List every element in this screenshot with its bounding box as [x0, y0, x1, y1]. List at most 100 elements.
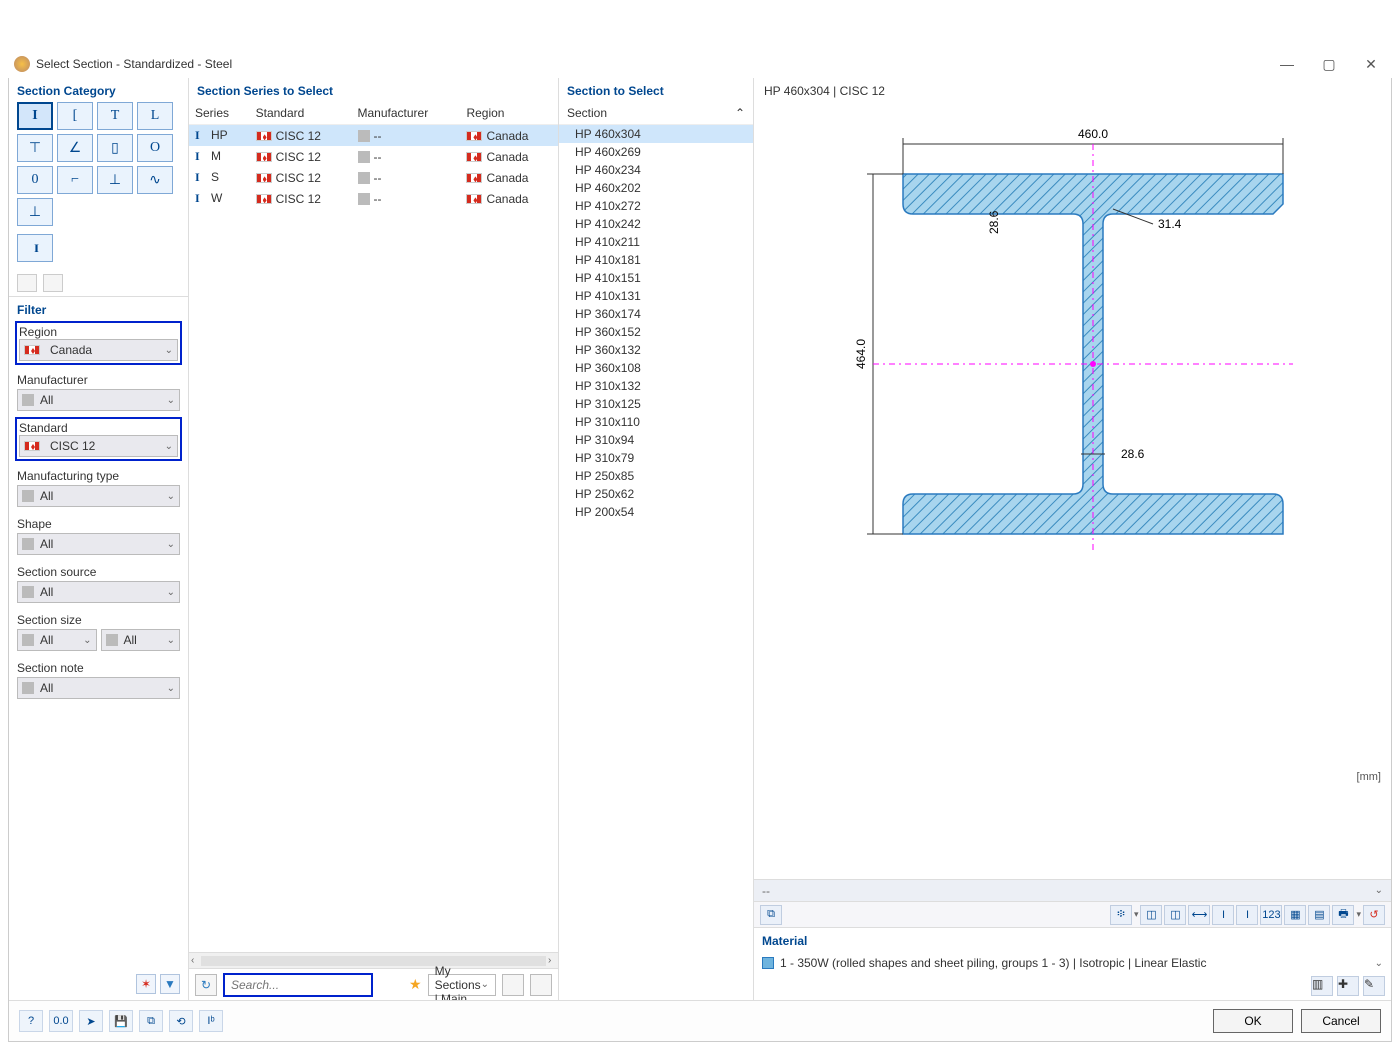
section-row[interactable]: HP 360x152	[559, 323, 753, 341]
section-row[interactable]: HP 410x272	[559, 197, 753, 215]
mini-grid-icon[interactable]	[17, 274, 37, 292]
series-hscroll[interactable]: ‹›	[189, 952, 558, 968]
section-row[interactable]: HP 360x174	[559, 305, 753, 323]
material-edit-icon[interactable]: ✎	[1363, 976, 1385, 996]
tool-table-icon[interactable]: ▤	[1308, 905, 1330, 925]
search-input[interactable]	[229, 977, 367, 993]
tool-dim-icon[interactable]: ⟷	[1188, 905, 1210, 925]
section-row[interactable]: HP 410x242	[559, 215, 753, 233]
preview-variant-combo[interactable]: --⌄	[754, 879, 1391, 901]
preview-title: HP 460x304 | CISC 12	[754, 78, 1391, 104]
mysec-new-icon[interactable]	[502, 974, 524, 996]
category-t-shape[interactable]: T	[97, 102, 133, 130]
series-title: Section Series to Select	[189, 78, 558, 102]
category-shape-9[interactable]: 0	[17, 166, 53, 194]
section-row[interactable]: HP 410x211	[559, 233, 753, 251]
category-shape-13[interactable]: ⊥	[17, 198, 53, 226]
section-row[interactable]: HP 460x304	[559, 125, 753, 143]
category-double-i[interactable]: I I	[17, 234, 53, 262]
category-c-shape[interactable]: [	[57, 102, 93, 130]
filter-size2-combo[interactable]: All⌄	[101, 629, 181, 651]
my-sections-combo[interactable]: My Sections | Main⌄	[428, 974, 496, 996]
category-shape-12[interactable]: ∿	[137, 166, 173, 194]
section-row[interactable]: HP 250x85	[559, 467, 753, 485]
refresh-icon[interactable]: ↻	[195, 974, 217, 996]
section-row[interactable]: HP 310x94	[559, 431, 753, 449]
section-row[interactable]: HP 460x269	[559, 143, 753, 161]
footer-render-icon[interactable]: ➤	[79, 1010, 103, 1032]
ok-button[interactable]: OK	[1213, 1009, 1293, 1033]
svg-text:464.0: 464.0	[854, 339, 868, 369]
category-shape-11[interactable]: ⊥	[97, 166, 133, 194]
section-row[interactable]: HP 410x151	[559, 269, 753, 287]
category-shape-5[interactable]: ⊤	[17, 134, 53, 162]
filter-region-highlight: Region Canada ⌄	[15, 321, 182, 365]
mini-list-icon[interactable]	[43, 274, 63, 292]
footer-copy-icon[interactable]: ⧉	[139, 1010, 163, 1032]
filter-size1-combo[interactable]: All⌄	[17, 629, 97, 651]
section-row[interactable]: HP 360x108	[559, 359, 753, 377]
minimize-button[interactable]: —	[1272, 56, 1302, 73]
material-new-icon[interactable]: ✚	[1337, 976, 1359, 996]
tool-stress1-icon[interactable]: ◫	[1140, 905, 1162, 925]
section-row[interactable]: HP 200x54	[559, 503, 753, 521]
category-l-shape[interactable]: L	[137, 102, 173, 130]
footer-save-icon[interactable]: 💾	[109, 1010, 133, 1032]
clear-filter-icon[interactable]: ✶	[136, 974, 156, 994]
category-shape-10[interactable]: ⌐	[57, 166, 93, 194]
apply-filter-icon[interactable]: ▼	[160, 974, 180, 994]
filter-manufacturer-combo[interactable]: All ⌄	[17, 389, 180, 411]
material-combo[interactable]: 1 - 350W (rolled shapes and sheet piling…	[754, 952, 1391, 974]
tool-values-icon[interactable]: 123	[1260, 905, 1282, 925]
section-row[interactable]: HP 310x125	[559, 395, 753, 413]
tool-axes1-icon[interactable]: I	[1212, 905, 1234, 925]
maximize-button[interactable]: ▢	[1314, 56, 1344, 73]
series-row[interactable]: IMCISC 12--Canada	[189, 146, 558, 167]
footer-calc-icon[interactable]: 0.0	[49, 1010, 73, 1032]
tool-stress2-icon[interactable]: ◫	[1164, 905, 1186, 925]
category-shape-7[interactable]: ▯	[97, 134, 133, 162]
app-icon	[14, 56, 30, 72]
filter-mfgtype-combo[interactable]: All⌄	[17, 485, 180, 507]
grey-icon	[22, 394, 34, 406]
favorite-icon[interactable]: ★	[409, 976, 422, 993]
filter-note-combo[interactable]: All⌄	[17, 677, 180, 699]
category-shape-6[interactable]: ∠	[57, 134, 93, 162]
category-title: Section Category	[9, 78, 188, 102]
section-row[interactable]: HP 360x132	[559, 341, 753, 359]
sort-asc-icon[interactable]: ⌃	[735, 106, 745, 120]
tool-grid-icon[interactable]: ▦	[1284, 905, 1306, 925]
filter-region-combo[interactable]: Canada ⌄	[19, 339, 178, 361]
close-button[interactable]: ✕	[1356, 56, 1386, 73]
filter-standard-highlight: Standard CISC 12 ⌄	[15, 417, 182, 461]
series-row[interactable]: IWCISC 12--Canada	[189, 188, 558, 209]
tool-print-icon[interactable]: 🖶	[1332, 905, 1354, 925]
series-row[interactable]: ISCISC 12--Canada	[189, 167, 558, 188]
category-i-shape[interactable]: I	[17, 102, 53, 130]
footer-section-icon[interactable]: Iᵇ	[199, 1010, 223, 1032]
section-row[interactable]: HP 310x110	[559, 413, 753, 431]
filter-shape-combo[interactable]: All⌄	[17, 533, 180, 555]
tool-reset-icon[interactable]: ↺	[1363, 905, 1385, 925]
material-library-icon[interactable]: ▥	[1311, 976, 1333, 996]
svg-text:28.6: 28.6	[987, 210, 1001, 234]
category-shape-8[interactable]: O	[137, 134, 173, 162]
footer-swap-icon[interactable]: ⟲	[169, 1010, 193, 1032]
tool-axes2-icon[interactable]: I	[1236, 905, 1258, 925]
filter-standard-combo[interactable]: CISC 12 ⌄	[19, 435, 178, 457]
filter-source-combo[interactable]: All⌄	[17, 581, 180, 603]
unit-label: [mm]	[1357, 771, 1381, 783]
section-row[interactable]: HP 460x202	[559, 179, 753, 197]
section-row[interactable]: HP 460x234	[559, 161, 753, 179]
mysec-open-icon[interactable]	[530, 974, 552, 996]
section-row[interactable]: HP 310x132	[559, 377, 753, 395]
tool-dots-icon[interactable]: ፨	[1110, 905, 1132, 925]
section-row[interactable]: HP 410x131	[559, 287, 753, 305]
section-row[interactable]: HP 310x79	[559, 449, 753, 467]
section-row[interactable]: HP 410x181	[559, 251, 753, 269]
section-row[interactable]: HP 250x62	[559, 485, 753, 503]
cancel-button[interactable]: Cancel	[1301, 1009, 1381, 1033]
footer-help-icon[interactable]: ?	[19, 1010, 43, 1032]
series-row[interactable]: IHPCISC 12--Canada	[189, 125, 558, 147]
tool-props-icon[interactable]: ⧉	[760, 905, 782, 925]
